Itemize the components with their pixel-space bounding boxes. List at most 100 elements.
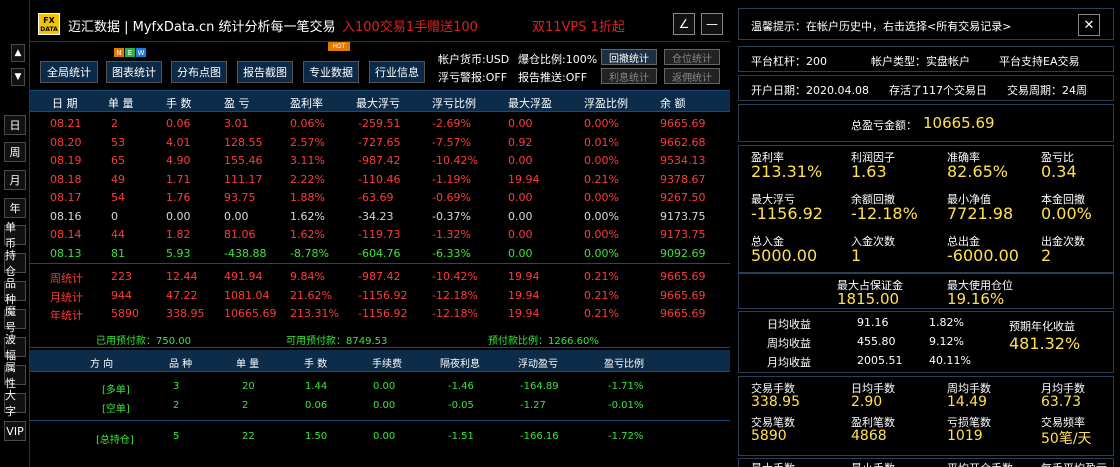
position-total-cell: -1.51 [448,431,474,442]
table-cell: 155.46 [224,154,263,167]
free-margin: 可用预付款：8749.53 [286,336,388,347]
scroll-down-icon[interactable]: ▼ [11,68,25,86]
trade-stat-value: 5890 [751,428,787,444]
total-pl-value: 10665.69 [923,114,995,132]
sidebar-item-year[interactable]: 年 [4,198,26,218]
table-row[interactable]: 08.18 49 1.71 111.17 2.22% -110.46 -1.19% 19.94… [30,171,730,188]
totals-row[interactable]: 月统计 944 47.22 1081.04 21.62% -1156.92 -12.18% 1… [30,287,730,304]
global-stats-button[interactable]: 全局统计 [40,61,98,83]
totals-cell: 19.94 [508,270,540,283]
income-box: 预期年化收益 481.32% 日均收益 91.16 1.82% 周均收益 455.80 9… [738,311,1114,373]
minimize-icon[interactable]: — [701,13,723,35]
table-cell: -8.78% [290,246,329,260]
promo-link-2[interactable]: 双11VPS 1折起 [532,16,625,35]
position-row[interactable]: [多单] 3 20 1.44 0.00 -1.46 -164.89 -1.71% [30,377,730,397]
table-cell: 9173.75 [660,209,706,223]
rebate-stats-button[interactable]: 返佣统计 [664,68,720,84]
table-row[interactable]: 08.17 54 1.76 93.75 1.88% -63.69 -0.69% 0.00 0.0… [30,189,730,206]
stat-value: 82.65% [947,162,1009,181]
sidebar-item-symbols[interactable]: 品种 [4,277,26,306]
edit-icon[interactable]: ∠ [673,13,695,35]
position-total-cell: [总持仓] [96,435,134,446]
position-row[interactable]: [空单] 2 2 0.06 0.00 -0.05 -1.27 -0.01% [30,396,730,416]
stat-value: 0.34 [1041,162,1077,181]
totals-cell: 10665.69 [224,307,277,320]
sidebar-item-magic[interactable]: 魔号 [4,305,26,334]
table-cell: 0.92 [508,135,533,149]
table-row[interactable]: 08.21 2 0.06 3.01 0.06% -259.51 -2.69% 0.00 0.00… [30,115,730,132]
float-loss-alert[interactable]: 浮亏警报:OFF [438,69,507,85]
stat-value: 1 [851,246,862,265]
promo-link-1[interactable]: 入100交易1手赠送100 [342,16,478,35]
income-label: 月均收益 [767,356,811,369]
income-percent: 1.82% [929,316,964,329]
table-cell: 9267.50 [660,191,706,204]
totals-cell: 12.44 [166,270,198,283]
sidebar-item-attributes[interactable]: 属性 [4,361,26,390]
table-cell: 0.00 [508,246,533,260]
table-cell: -604.76 [358,246,401,260]
position-total-cell: -166.16 [520,431,559,442]
table-cell: 0.06 [166,117,191,130]
trade-stat-value: 338.95 [751,394,800,410]
table-cell: 53 [111,135,125,149]
table-cell: -34.23 [358,209,394,223]
margin-summary: 已用预付款：750.00 可用预付款：8749.53 预付款比例：1266.60… [30,326,730,348]
totals-row[interactable]: 年统计 5890 338.95 10665.69 213.31% -1156.92 -12.… [30,305,730,322]
sidebar-item-single-currency[interactable]: 单币 [4,221,26,250]
sidebar-item-month[interactable]: 月 [4,170,26,190]
table-row[interactable]: 08.13 81 5.93 -438.88 -8.78% -604.76 -6.33% 0.0… [30,245,730,262]
scroll-up-icon[interactable]: ▲ [11,44,25,62]
survival-days: 存活了117个交易日 [889,84,987,97]
close-icon[interactable]: ✕ [1078,14,1100,36]
table-row[interactable]: 08.16 0 0.00 0.00 1.62% -34.23 -0.37% 0.00 0.00%… [30,208,730,225]
totals-cell: -12.18% [432,288,478,302]
report-screenshot-button[interactable]: 报告截图 [237,61,293,83]
totals-row[interactable]: 周统计 223 12.44 491.94 9.84% -987.42 -10.42% 19.9… [30,268,730,285]
pos-col-symbols: 品 种 [169,359,193,370]
table-row[interactable]: 08.20 53 4.01 128.55 2.57% -727.65 -7.57% 0.92 0… [30,134,730,151]
totals-cell: 491.94 [224,270,263,283]
interest-stats-button[interactable]: 利息统计 [601,68,657,84]
distribution-chart-button[interactable]: 分布点图 [171,61,227,83]
table-cell: 1.62% [290,228,325,241]
income-label: 周均收益 [767,337,811,350]
industry-info-button[interactable]: 行业信息 [369,61,425,83]
income-percent: 40.11% [929,354,971,367]
position-total-row[interactable]: [总持仓] 5 22 1.50 0.00 -1.51 -166.16 -1.72% [30,427,730,447]
annual-return-label: 预期年化收益 [1009,320,1075,333]
sidebar-item-day[interactable]: 日 [4,115,26,135]
table-cell: 0.00% [584,117,619,130]
sidebar-item-vip[interactable]: VIP [4,421,26,441]
col-date: 日 期 [52,97,78,110]
account-currency: 帐户货币:USD [438,53,510,66]
totals-cell: 5890 [111,307,139,320]
totals-cell: 0.21% [584,307,619,320]
table-cell: -110.46 [358,172,401,186]
sidebar-item-range[interactable]: 波幅 [4,333,26,362]
margin-call-ratio: 爆仓比例:100% [518,53,598,66]
sidebar-item-big-font[interactable]: 大字 [4,389,26,418]
stats-table-header: 日 期 单 量 手 数 盈 亏 盈利率 最大浮亏 浮亏比例 最大浮盈 浮盈比例 … [30,90,730,112]
table-cell: 08.17 [50,191,82,204]
table-row[interactable]: 08.19 65 4.90 155.46 3.11% -987.42 -10.42% 0.00… [30,152,730,169]
table-divider [30,263,730,264]
position-cell: 2 [242,400,249,411]
table-cell: 0.00 [508,154,533,167]
drawdown-stats-button[interactable]: 回撤统计 [601,49,657,65]
chart-stats-button[interactable]: 图表统计 [106,61,162,83]
position-cell: 1.44 [305,381,328,392]
sidebar-item-week[interactable]: 周 [4,142,26,162]
position-stats-button[interactable]: 仓位统计 [664,49,720,65]
col-max-float-profit: 最大浮盈 [508,97,552,110]
account-info-row-2: 开户日期：2020.04.08 存活了117个交易日 交易周期：24周 [738,75,1114,101]
sidebar-item-holdings[interactable]: 持仓 [4,249,26,278]
table-cell: 4.01 [166,135,191,149]
max-margin-value: 1815.00 [837,290,900,308]
table-cell: 0 [111,209,118,223]
pos-col-direction: 方 向 [90,359,114,370]
report-push-toggle[interactable]: 报告推送:OFF [518,69,587,85]
pro-data-button[interactable]: 专业数据 [303,61,359,83]
col-float-profit-ratio: 浮盈比例 [584,97,628,110]
table-row[interactable]: 08.14 44 1.82 81.06 1.62% -119.73 -1.32% 0.00 0.… [30,226,730,243]
